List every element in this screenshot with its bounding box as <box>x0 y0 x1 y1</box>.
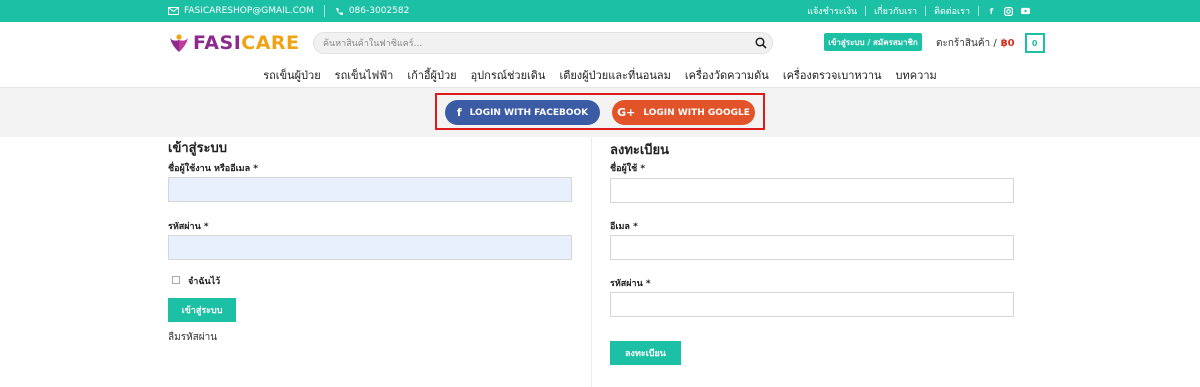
facebook-login-label: LOGIN WITH FACEBOOK <box>469 107 589 118</box>
cart-label: ตะกร้าสินค้า / <box>936 37 997 49</box>
divider <box>865 6 867 16</box>
facebook-icon: f <box>456 106 462 119</box>
search-input[interactable]: ค้นหาสินค้าในฟาซิแคร์... <box>314 36 750 50</box>
password-label: รหัสผ่าน * <box>168 222 209 232</box>
divider <box>323 5 325 17</box>
logo-text-fasi: FASI <box>193 32 242 54</box>
username-field[interactable] <box>168 177 572 202</box>
top-links: แจ้งชำระเงิน เกี่ยวกับเรา ติดต่อเรา f <box>807 0 1030 22</box>
link-about[interactable]: เกี่ยวกับเรา <box>874 4 917 18</box>
site-header: FASI CARE ค้นหาสินค้าในฟาซิแคร์... เข้าสู… <box>0 22 1200 66</box>
envelope-icon <box>168 7 179 15</box>
cart-total: ฿0 <box>1000 37 1015 49</box>
register-submit-button[interactable]: ลงทะเบียน <box>610 341 681 365</box>
email-link[interactable]: FASICARESHOP@GMAIL.COM <box>168 6 314 16</box>
facebook-icon[interactable]: f <box>987 7 996 16</box>
logo-text-care: CARE <box>241 32 300 54</box>
forgot-password-link[interactable]: ลืมรหัสผ่าน <box>168 330 217 345</box>
register-email-field[interactable] <box>610 235 1014 260</box>
register-password-field[interactable] <box>610 292 1014 317</box>
username-label: ชื่อผู้ใช้งาน หรืออีเมล * <box>168 164 258 174</box>
contact-info: FASICARESHOP@GMAIL.COM 086-3002582 <box>168 0 409 22</box>
phone-text: 086-3002582 <box>348 6 410 16</box>
login-with-facebook-button[interactable]: f LOGIN WITH FACEBOOK <box>445 100 600 125</box>
nav-item-electric-wheelchair[interactable]: รถเข็นไฟฟ้า <box>335 66 394 86</box>
phone-icon <box>335 7 343 15</box>
password-field[interactable] <box>168 235 572 260</box>
cart-count-badge: 0 <box>1024 33 1045 53</box>
google-login-label: LOGIN WITH GOOGLE <box>643 107 750 118</box>
logo-mark-icon <box>170 34 188 52</box>
search-bar[interactable]: ค้นหาสินค้าในฟาซิแคร์... <box>313 32 773 54</box>
site-logo[interactable]: FASI CARE <box>168 30 300 56</box>
login-with-google-button[interactable]: G+ LOGIN WITH GOOGLE <box>612 100 755 125</box>
remember-me-checkbox[interactable] <box>172 276 180 284</box>
login-title: เข้าสู่ระบบ <box>168 141 228 156</box>
nav-item-walking-aids[interactable]: อุปกรณ์ช่วยเดิน <box>471 66 546 86</box>
register-username-label: ชื่อผู้ใช้ * <box>610 164 646 174</box>
login-submit-button[interactable]: เข้าสู่ระบบ <box>168 298 236 322</box>
nav-item-wheelchair[interactable]: รถเข็นผู้ป่วย <box>263 66 320 86</box>
nav-item-beds-mattress[interactable]: เตียงผู้ป่วยและที่นอนลม <box>559 66 670 86</box>
register-title: ลงทะเบียน <box>610 143 670 158</box>
remember-me-label: จำฉันไว้ <box>188 277 221 287</box>
link-payment-notice[interactable]: แจ้งชำระเงิน <box>807 4 857 18</box>
register-email-label: อีเมล * <box>610 222 638 232</box>
nav-item-blood-pressure[interactable]: เครื่องวัดความดัน <box>685 66 769 86</box>
nav-item-patient-chair[interactable]: เก้าอี้ผู้ป่วย <box>407 66 456 86</box>
nav-item-glucose-meter[interactable]: เครื่องตรวจเบาหวาน <box>783 66 882 86</box>
instagram-icon[interactable] <box>1004 6 1013 16</box>
link-contact[interactable]: ติดต่อเรา <box>934 4 970 18</box>
column-divider <box>591 137 592 387</box>
top-bar: FASICARESHOP@GMAIL.COM 086-3002582 แจ้งช… <box>0 0 1200 22</box>
login-register-button[interactable]: เข้าสู่ระบบ / สมัครสมาชิก <box>824 33 922 51</box>
phone-link[interactable]: 086-3002582 <box>335 6 410 16</box>
youtube-icon[interactable] <box>1021 7 1030 16</box>
cart-link[interactable]: ตะกร้าสินค้า / ฿0 0 <box>936 32 1045 54</box>
search-icon[interactable] <box>750 33 772 53</box>
nav-item-articles[interactable]: บทความ <box>896 66 937 86</box>
register-username-field[interactable] <box>610 178 1014 203</box>
divider <box>978 6 979 16</box>
main-nav: รถเข็นผู้ป่วย รถเข็นไฟฟ้า เก้าอี้ผู้ป่วย… <box>0 66 1200 86</box>
register-password-label: รหัสผ่าน * <box>610 279 651 289</box>
divider <box>925 6 927 16</box>
google-plus-icon: G+ <box>617 106 636 119</box>
email-text: FASICARESHOP@GMAIL.COM <box>184 6 314 16</box>
